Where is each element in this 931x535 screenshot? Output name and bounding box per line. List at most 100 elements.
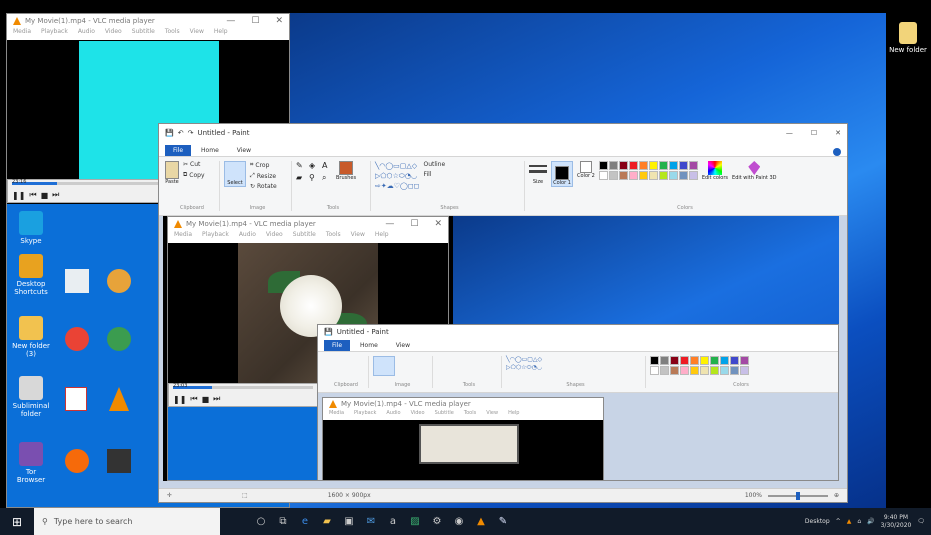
next-icon[interactable]: ⏭ <box>213 394 220 404</box>
menu-audio[interactable]: Audio <box>239 231 256 243</box>
store-icon[interactable]: ▣ <box>338 508 360 535</box>
select-button[interactable]: Select <box>224 161 246 187</box>
edge-icon[interactable]: e <box>294 508 316 535</box>
color-swatch[interactable] <box>710 366 719 375</box>
color-swatch[interactable] <box>720 356 729 365</box>
close-icon[interactable]: ✕ <box>434 219 442 229</box>
menu-video[interactable]: Video <box>411 410 425 420</box>
picker-icon[interactable]: ⚲ <box>309 173 319 183</box>
tab-file[interactable]: File <box>324 340 351 351</box>
stop-icon[interactable]: ■ <box>202 395 210 404</box>
paint-icon[interactable]: ✎ <box>492 508 514 535</box>
undo-icon[interactable]: ↶ <box>178 129 184 137</box>
shapes-gallery[interactable]: ╲◠◯▭▢△◇ ▷⬠⬡☆⬭◔◡ ⇨✦☁♡◯◻◻ <box>375 161 419 191</box>
color-swatch[interactable] <box>618 161 628 170</box>
color-swatch[interactable] <box>628 161 638 170</box>
menu-video[interactable]: Video <box>105 28 122 40</box>
color-swatch[interactable] <box>608 171 618 180</box>
search-box[interactable]: ⚲ Type here to search <box>34 508 220 535</box>
color-swatch[interactable] <box>730 366 739 375</box>
new-folder-icon[interactable]: New folder <box>888 22 928 54</box>
color-swatch[interactable] <box>668 171 678 180</box>
crop-button[interactable]: ⌗ Crop <box>250 161 277 169</box>
next-icon[interactable]: ⏭ <box>52 190 59 200</box>
menu-playback[interactable]: Playback <box>354 410 376 420</box>
close-icon[interactable]: ✕ <box>275 16 283 26</box>
paint3d-button[interactable]: Edit with Paint 3D <box>732 161 777 181</box>
prev-icon[interactable]: ⏮ <box>190 394 197 404</box>
color-swatch[interactable] <box>678 171 688 180</box>
color-swatch[interactable] <box>700 356 709 365</box>
zoom-in-icon[interactable]: ⊕ <box>834 492 839 499</box>
menu-playback[interactable]: Playback <box>202 231 229 243</box>
color-swatch[interactable] <box>638 161 648 170</box>
help-icon[interactable] <box>833 148 841 156</box>
color-swatch[interactable] <box>658 161 668 170</box>
tab-home[interactable]: Home <box>352 340 386 351</box>
menu-audio[interactable]: Audio <box>78 28 95 40</box>
tab-view[interactable]: View <box>229 145 259 156</box>
brushes-button[interactable]: Brushes <box>336 161 356 181</box>
color2-button[interactable]: Color 2 <box>577 161 595 179</box>
color-swatch[interactable] <box>670 356 679 365</box>
menu-media[interactable]: Media <box>13 28 31 40</box>
notification-icon[interactable]: 🗨 <box>917 518 925 525</box>
windows-start-icon[interactable]: ⊞ <box>0 508 34 535</box>
color-swatch[interactable] <box>720 366 729 375</box>
chrome-icon[interactable] <box>65 327 89 351</box>
color-swatch[interactable] <box>608 161 618 170</box>
color-swatch[interactable] <box>628 171 638 180</box>
eraser-icon[interactable]: ▰ <box>296 173 306 183</box>
save-icon[interactable]: 💾 <box>165 129 174 137</box>
file-explorer-icon[interactable]: ▰ <box>316 508 338 535</box>
tab-file[interactable]: File <box>165 145 192 156</box>
color-swatch[interactable] <box>700 366 709 375</box>
maximize-icon[interactable]: ☐ <box>410 219 418 229</box>
photos-icon[interactable]: ▨ <box>404 508 426 535</box>
tab-home[interactable]: Home <box>193 145 227 156</box>
shapes-gallery[interactable]: ╲◠◯▭▢△◇ ▷⬠⬡☆⬭◔◡ <box>506 356 542 372</box>
copy-button[interactable]: ⧉ Copy <box>183 171 205 179</box>
color-swatch[interactable] <box>660 356 669 365</box>
pause-icon[interactable]: ❚❚ <box>173 395 186 404</box>
color-swatch[interactable] <box>690 356 699 365</box>
menu-help[interactable]: Help <box>214 28 228 40</box>
menu-view[interactable]: View <box>190 28 204 40</box>
outline-button[interactable]: Outline <box>423 161 445 168</box>
app-icon[interactable] <box>107 269 131 293</box>
color-swatch[interactable] <box>680 356 689 365</box>
maximize-icon[interactable]: ☐ <box>811 129 817 137</box>
zoom-slider[interactable] <box>767 491 828 500</box>
color-swatch[interactable] <box>688 171 698 180</box>
menu-tools[interactable]: Tools <box>326 231 341 243</box>
color-swatch[interactable] <box>658 171 668 180</box>
desktop-icon-subliminal[interactable]: Subliminal folder <box>11 376 51 418</box>
minimize-icon[interactable]: — <box>786 129 793 137</box>
menu-view[interactable]: View <box>486 410 498 420</box>
menu-help[interactable]: Help <box>375 231 389 243</box>
rotate-button[interactable]: ↻ Rotate <box>250 183 277 190</box>
paint-canvas[interactable]: My Movie(1).mp4 - VLC media player — ☐ ✕ M… <box>163 216 839 481</box>
mail-icon[interactable]: ✉ <box>360 508 382 535</box>
menu-view[interactable]: View <box>351 231 365 243</box>
cortana-icon[interactable]: ○ <box>250 508 272 535</box>
color-swatch[interactable] <box>648 171 658 180</box>
tab-view[interactable]: View <box>388 340 418 351</box>
minimize-icon[interactable]: — <box>226 16 235 26</box>
task-view-icon[interactable]: ⧉ <box>272 508 294 535</box>
color-swatch[interactable] <box>660 366 669 375</box>
color-swatch[interactable] <box>650 356 659 365</box>
vlc-cone-icon[interactable] <box>109 387 129 411</box>
paste-button[interactable]: Paste <box>165 161 179 185</box>
amazon-icon[interactable]: a <box>382 508 404 535</box>
obs-icon[interactable]: ◉ <box>448 508 470 535</box>
desktop-label[interactable]: Desktop <box>805 518 830 525</box>
menu-subtitle[interactable]: Subtitle <box>293 231 316 243</box>
color-swatch[interactable] <box>730 356 739 365</box>
color-swatch[interactable] <box>618 171 628 180</box>
select-button[interactable] <box>373 356 395 376</box>
stop-icon[interactable]: ■ <box>41 191 49 200</box>
color-swatch[interactable] <box>710 356 719 365</box>
save-icon[interactable]: 💾 <box>324 328 333 336</box>
color-swatch[interactable] <box>740 366 749 375</box>
